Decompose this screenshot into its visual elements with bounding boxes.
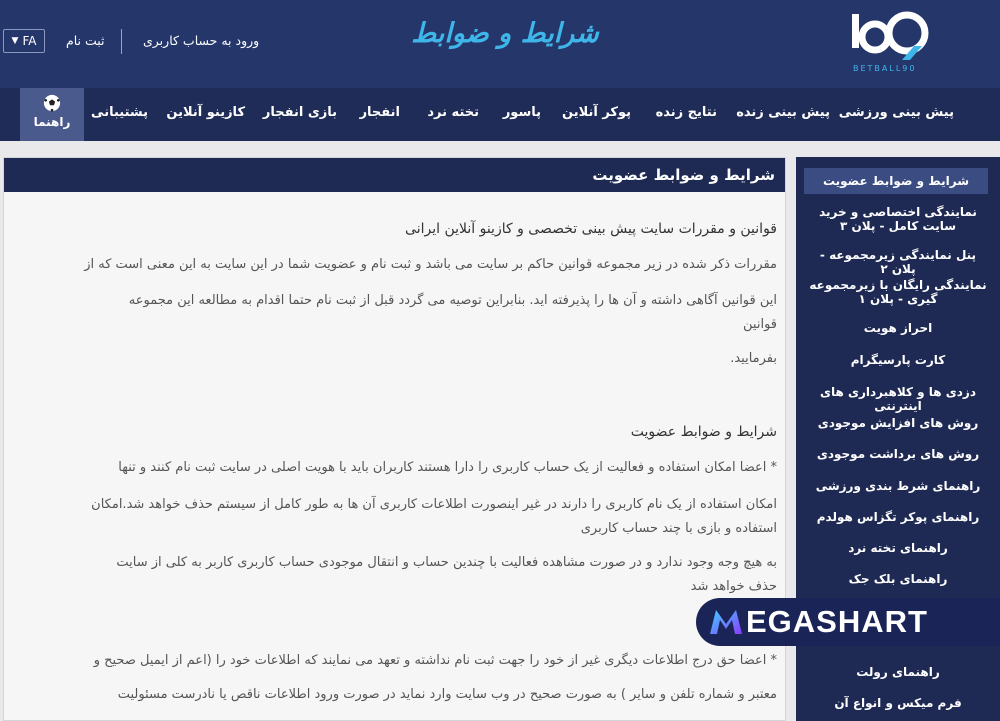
terms-paragraph: استفاده و بازی با چند حساب کاربری	[580, 521, 777, 536]
login-link[interactable]: ورود به حساب کاربری	[143, 33, 259, 48]
sidebar-item-mix-form[interactable]: فرم میکس و انواع آن	[806, 696, 990, 710]
terms-paragraph: امکان استفاده از یک نام کاربری را دارند …	[91, 497, 777, 512]
sidebar-item-deposit-methods[interactable]: روش های افزایش موجودی	[806, 416, 990, 430]
watermark-text: EGASHART	[746, 604, 928, 639]
language-selector[interactable]: ▼ FA	[3, 29, 45, 53]
section-heading: شرایط و ضوابط عضویت	[630, 424, 777, 440]
sidebar-item-backgammon-guide[interactable]: راهنمای تخته نرد	[806, 541, 990, 555]
terms-paragraph: قوانین	[743, 317, 777, 332]
nav-item-sports-betting[interactable]: پیش بینی ورزشی	[839, 105, 954, 120]
m-logo-icon	[710, 610, 742, 634]
main-nav: پیش بینی ورزشی پیش بینی زنده نتایج زنده …	[0, 88, 1000, 141]
sidebar-item-sports-betting-guide[interactable]: راهنمای شرط بندی ورزشی	[806, 479, 990, 493]
terms-paragraph: این قوانین آگاهی داشته و آن ها را پذیرفت…	[128, 293, 777, 308]
terms-paragraph: بفرمایید.	[730, 351, 777, 366]
header-divider	[121, 29, 122, 54]
nav-item-live-betting[interactable]: پیش بینی زنده	[736, 105, 830, 120]
nav-item-help[interactable]: راهنما	[20, 88, 84, 141]
sidebar-item-agency-plan-3[interactable]: نمایندگی اختصاصی و خرید سایت کامل - پلان…	[806, 205, 990, 233]
sidebar-item-parsigram-card[interactable]: کارت پارسیگرام	[806, 353, 990, 367]
nav-item-crash[interactable]: انفجار	[360, 105, 400, 120]
sidebar-item-agency-plan-2[interactable]: پنل نمایندگی زیرمجموعه - پلان ۲	[806, 248, 990, 276]
terms-paragraph: به هیچ وجه وجود ندارد و در صورت مشاهده ف…	[116, 555, 777, 570]
nav-item-online-poker[interactable]: پوکر آنلاین	[562, 105, 631, 120]
sidebar-item-membership-terms[interactable]: شرایط و ضوابط عضویت	[804, 168, 988, 194]
soccer-ball-icon	[43, 94, 61, 112]
terms-title: شرایط و ضوابط عضویت	[4, 158, 785, 192]
page-heading: شرایط و ضوابط	[411, 18, 599, 49]
sidebar-item-withdraw-methods[interactable]: روش های برداشت موجودی	[806, 447, 990, 461]
help-label: راهنما	[33, 115, 71, 129]
site-header: ▼ FA ثبت نام ورود به حساب کاربری شرایط و…	[0, 0, 1000, 88]
sidebar-item-poker-guide[interactable]: راهنمای پوکر تگزاس هولدم	[806, 510, 990, 524]
sidebar-item-agency-plan-1[interactable]: نمایندگی رایگان با زیرمجموعه گیری - پلان…	[806, 278, 990, 306]
nav-item-crash-game[interactable]: بازی انفجار	[263, 105, 337, 120]
sidebar-item-blackjack-guide[interactable]: راهنمای بلک جک	[806, 572, 990, 586]
caret-down-icon: ▼	[11, 36, 19, 46]
sidebar-item-identity-verification[interactable]: احراز هویت	[806, 321, 990, 335]
terms-paragraph: مقررات ذکر شده در زیر مجموعه قوانین حاکم…	[84, 257, 777, 272]
logo-text: BETBALL90	[853, 64, 917, 73]
sidebar-item-roulette-guide[interactable]: راهنمای رولت	[806, 665, 990, 679]
megashart-watermark: EGASHART	[696, 598, 1000, 646]
terms-paragraph: * اعضا حق درج اطلاعات دیگری غیر از خود ر…	[93, 653, 777, 668]
nav-item-live-results[interactable]: نتایج زنده	[656, 105, 717, 120]
nav-item-pasur[interactable]: پاسور	[503, 105, 541, 120]
terms-subtitle: قوانین و مقررات سایت پیش بینی تخصصی و کا…	[405, 221, 777, 237]
nav-item-backgammon[interactable]: تخته نرد	[427, 105, 479, 120]
terms-paragraph: * اعضا امکان استفاده و فعالیت از یک حساب…	[118, 460, 777, 475]
terms-panel: شرایط و ضوابط عضویت قوانین و مقررات سایت…	[3, 157, 786, 721]
nav-item-online-casino[interactable]: کازینو آنلاین	[166, 105, 245, 120]
sidebar-item-internet-fraud[interactable]: دزدی ها و کلاهبرداری های اینترنتی	[806, 385, 990, 413]
terms-paragraph: معتبر و شماره تلفن و سایر ) به صورت صحیح…	[117, 687, 777, 702]
terms-paragraph: حذف خواهد شد	[690, 579, 777, 594]
language-label: FA	[22, 34, 37, 48]
register-link[interactable]: ثبت نام	[66, 33, 105, 48]
nav-item-support[interactable]: پشتیبانی	[91, 105, 148, 120]
